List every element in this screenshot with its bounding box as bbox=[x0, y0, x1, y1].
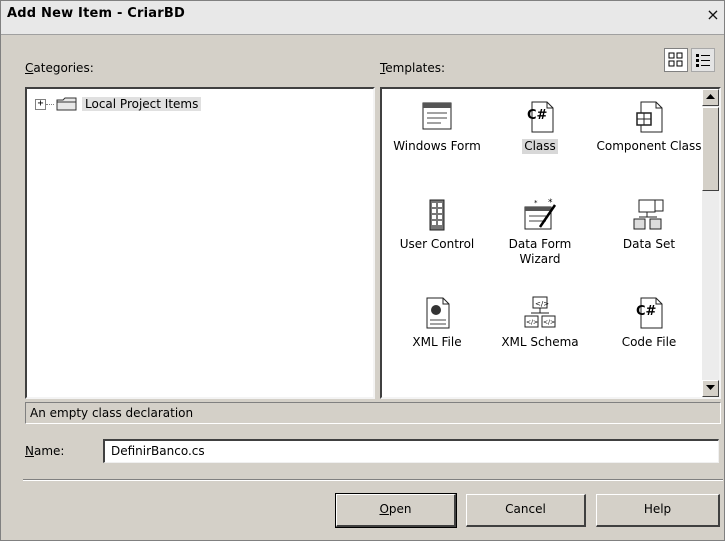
add-new-item-dialog: Add New Item - CriarBD × Categories: Tem… bbox=[0, 0, 725, 541]
template-xml-file[interactable]: XML File bbox=[382, 295, 492, 350]
title-bar[interactable]: Add New Item - CriarBD × bbox=[1, 1, 724, 35]
template-label: Code File bbox=[621, 335, 677, 349]
component-class-icon bbox=[636, 101, 663, 133]
xml-file-icon bbox=[426, 297, 450, 329]
windows-form-icon bbox=[422, 102, 452, 130]
svg-text:</>: </> bbox=[526, 319, 538, 326]
template-component-class[interactable]: Component Class bbox=[594, 99, 704, 154]
template-label: Data Form Wizard bbox=[508, 237, 572, 266]
svg-text:</>: </> bbox=[535, 300, 549, 308]
template-label: User Control bbox=[399, 237, 475, 251]
template-label: Windows Form bbox=[393, 139, 481, 153]
template-code-file[interactable]: C# Code File bbox=[594, 295, 704, 350]
template-user-control[interactable]: User Control bbox=[382, 197, 492, 252]
template-data-set[interactable]: Data Set bbox=[594, 197, 704, 252]
templates-label: Templates: bbox=[380, 61, 446, 75]
categories-tree[interactable]: + Local Project Items bbox=[25, 87, 375, 399]
svg-text:*: * bbox=[548, 198, 553, 208]
window-title: Add New Item - CriarBD bbox=[7, 6, 185, 21]
code-file-icon: C# bbox=[636, 297, 663, 329]
tree-expander[interactable]: + bbox=[35, 98, 46, 110]
template-class[interactable]: C# Class bbox=[485, 99, 595, 154]
xml-schema-icon: </> </> </> bbox=[524, 296, 556, 328]
close-icon[interactable]: × bbox=[704, 7, 722, 25]
template-label: XML File bbox=[412, 335, 462, 349]
template-label: XML Schema bbox=[501, 335, 579, 349]
scroll-up-button[interactable] bbox=[702, 89, 719, 106]
svg-text:C#: C# bbox=[527, 108, 548, 123]
large-icons-icon bbox=[668, 52, 683, 67]
help-button[interactable]: Help bbox=[596, 494, 720, 527]
name-label: Name: bbox=[25, 444, 65, 458]
small-icons-view-button[interactable] bbox=[691, 48, 715, 72]
template-label: Class bbox=[522, 139, 558, 154]
scroll-thumb[interactable] bbox=[702, 107, 719, 191]
template-label: Data Set bbox=[622, 237, 676, 251]
arrow-up-icon bbox=[706, 94, 715, 99]
name-input[interactable]: DefinirBanco.cs bbox=[103, 439, 719, 463]
template-windows-form[interactable]: Windows Form bbox=[382, 99, 492, 154]
template-xml-schema[interactable]: </> </> </> XML Schema bbox=[485, 295, 595, 350]
template-data-form-wizard[interactable]: * * Data Form Wizard bbox=[485, 197, 595, 267]
svg-text:*: * bbox=[534, 199, 538, 207]
separator bbox=[23, 479, 723, 481]
open-button[interactable]: Open bbox=[335, 493, 457, 528]
templates-list[interactable]: Windows Form C# Class Component Class Us… bbox=[380, 87, 721, 399]
categories-label: Categories: bbox=[25, 61, 94, 75]
tree-connector bbox=[46, 103, 54, 105]
svg-text:C#: C# bbox=[636, 304, 657, 319]
list-view-icon bbox=[696, 54, 710, 67]
cancel-button[interactable]: Cancel bbox=[466, 494, 586, 527]
tree-item-local-project-items[interactable]: + Local Project Items bbox=[35, 95, 202, 113]
template-description: An empty class declaration bbox=[25, 402, 721, 424]
scroll-down-button[interactable] bbox=[702, 380, 719, 397]
template-label: Component Class bbox=[596, 139, 702, 153]
templates-scrollbar[interactable] bbox=[702, 89, 719, 397]
tree-item-label: Local Project Items bbox=[82, 97, 202, 111]
arrow-down-icon bbox=[706, 385, 715, 390]
data-form-wizard-icon: * * bbox=[524, 198, 557, 230]
large-icons-view-button[interactable] bbox=[664, 48, 688, 72]
csharp-class-icon: C# bbox=[527, 101, 554, 133]
svg-text:</>: </> bbox=[543, 319, 555, 326]
data-set-icon bbox=[633, 199, 664, 230]
folder-icon bbox=[56, 97, 77, 111]
user-control-icon bbox=[429, 199, 445, 231]
